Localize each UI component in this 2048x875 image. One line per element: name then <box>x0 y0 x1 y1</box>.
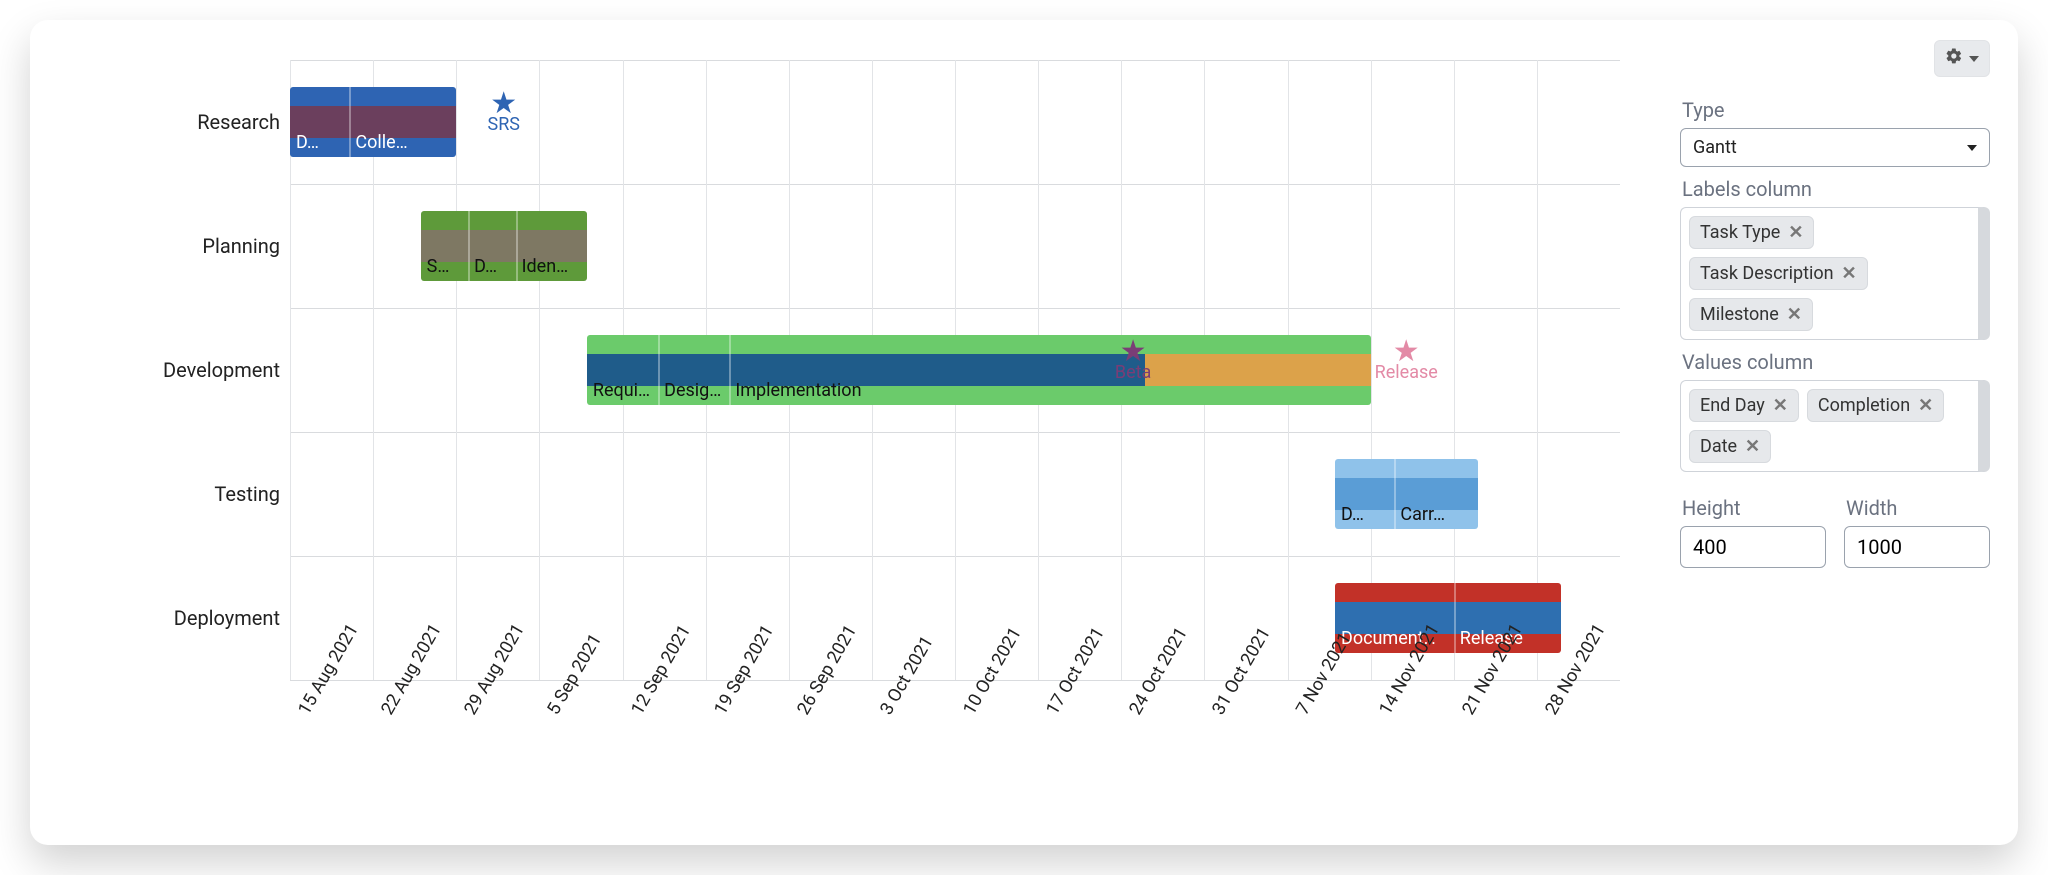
task-label: D… <box>468 256 516 277</box>
milestone-label: Beta <box>1115 362 1151 383</box>
labels-column-box[interactable]: Task Type ✕ Task Description ✕ Milestone ✕ <box>1680 207 1990 340</box>
close-icon[interactable]: ✕ <box>1842 263 1857 284</box>
gantt-bar[interactable]: Requi…Desig…Implementation <box>587 335 1371 405</box>
type-select[interactable]: Gantt <box>1680 128 1990 167</box>
type-label: Type <box>1682 98 1990 122</box>
task-label: D… <box>1335 504 1394 525</box>
close-icon[interactable]: ✕ <box>1788 222 1803 243</box>
tag-label: End Day <box>1700 395 1765 416</box>
width-label: Width <box>1846 496 1990 520</box>
settings-button[interactable] <box>1934 40 1990 77</box>
task-label: Requi… <box>587 380 658 401</box>
y-tick-label: Planning <box>30 234 280 258</box>
gantt-bar[interactable]: D…Colle… <box>290 87 456 157</box>
gantt-bar[interactable]: Document…Release <box>1335 583 1561 653</box>
gantt-bar[interactable]: D…Carr… <box>1335 459 1478 529</box>
tag-label: Task Type <box>1700 222 1780 243</box>
height-input[interactable] <box>1680 526 1826 568</box>
tag-label: Completion <box>1818 395 1910 416</box>
milestone[interactable]: ★Beta <box>1115 342 1151 383</box>
y-tick-label: Testing <box>30 482 280 506</box>
close-icon[interactable]: ✕ <box>1773 395 1788 416</box>
type-value: Gantt <box>1693 137 1737 158</box>
gear-icon <box>1945 47 1963 70</box>
tag[interactable]: Task Description ✕ <box>1689 257 1868 290</box>
tag-label: Milestone <box>1700 304 1779 325</box>
tag[interactable]: Task Type ✕ <box>1689 216 1814 249</box>
task-label: Iden… <box>516 256 587 277</box>
task-label: Colle… <box>349 132 456 153</box>
task-label: D… <box>290 132 349 153</box>
labels-column-label: Labels column <box>1682 177 1990 201</box>
star-icon: ★ <box>488 94 520 114</box>
y-tick-label: Development <box>30 358 280 382</box>
chevron-down-icon <box>1967 145 1977 151</box>
width-input[interactable] <box>1844 526 1990 568</box>
close-icon[interactable]: ✕ <box>1918 395 1933 416</box>
gantt-bar[interactable]: S…D…Iden… <box>421 211 587 281</box>
values-column-label: Values column <box>1682 350 1990 374</box>
values-column-box[interactable]: End Day ✕ Completion ✕ Date ✕ <box>1680 380 1990 472</box>
task-label: Desig… <box>658 380 729 401</box>
gantt-chart: D…Colle…S…D…Iden…Requi…Desig…Implementat… <box>30 20 1670 845</box>
chevron-down-icon <box>1969 56 1979 62</box>
plot-area: D…Colle…S…D…Iden…Requi…Desig…Implementat… <box>290 60 1620 680</box>
task-label: Carr… <box>1394 504 1477 525</box>
y-tick-label: Research <box>30 110 280 134</box>
tag-label: Date <box>1700 436 1737 457</box>
milestone-label: Release <box>1375 362 1438 383</box>
tag[interactable]: Completion ✕ <box>1807 389 1944 422</box>
close-icon[interactable]: ✕ <box>1787 304 1802 325</box>
tag[interactable]: Milestone ✕ <box>1689 298 1813 331</box>
y-tick-label: Deployment <box>30 606 280 630</box>
height-label: Height <box>1682 496 1826 520</box>
chart-card: D…Colle…S…D…Iden…Requi…Desig…Implementat… <box>30 20 2018 845</box>
milestone[interactable]: ★SRS <box>488 94 520 135</box>
milestone-label: SRS <box>488 114 520 135</box>
milestone[interactable]: ★Release <box>1375 342 1438 383</box>
star-icon: ★ <box>1115 342 1151 362</box>
close-icon[interactable]: ✕ <box>1745 436 1760 457</box>
task-label: S… <box>421 256 469 277</box>
tag-label: Task Description <box>1700 263 1834 284</box>
task-label: Implementation <box>729 380 1370 401</box>
star-icon: ★ <box>1375 342 1438 362</box>
tag[interactable]: Date ✕ <box>1689 430 1771 463</box>
tag[interactable]: End Day ✕ <box>1689 389 1799 422</box>
side-panel: Type Gantt Labels column Task Type✕Task … <box>1670 20 2018 845</box>
